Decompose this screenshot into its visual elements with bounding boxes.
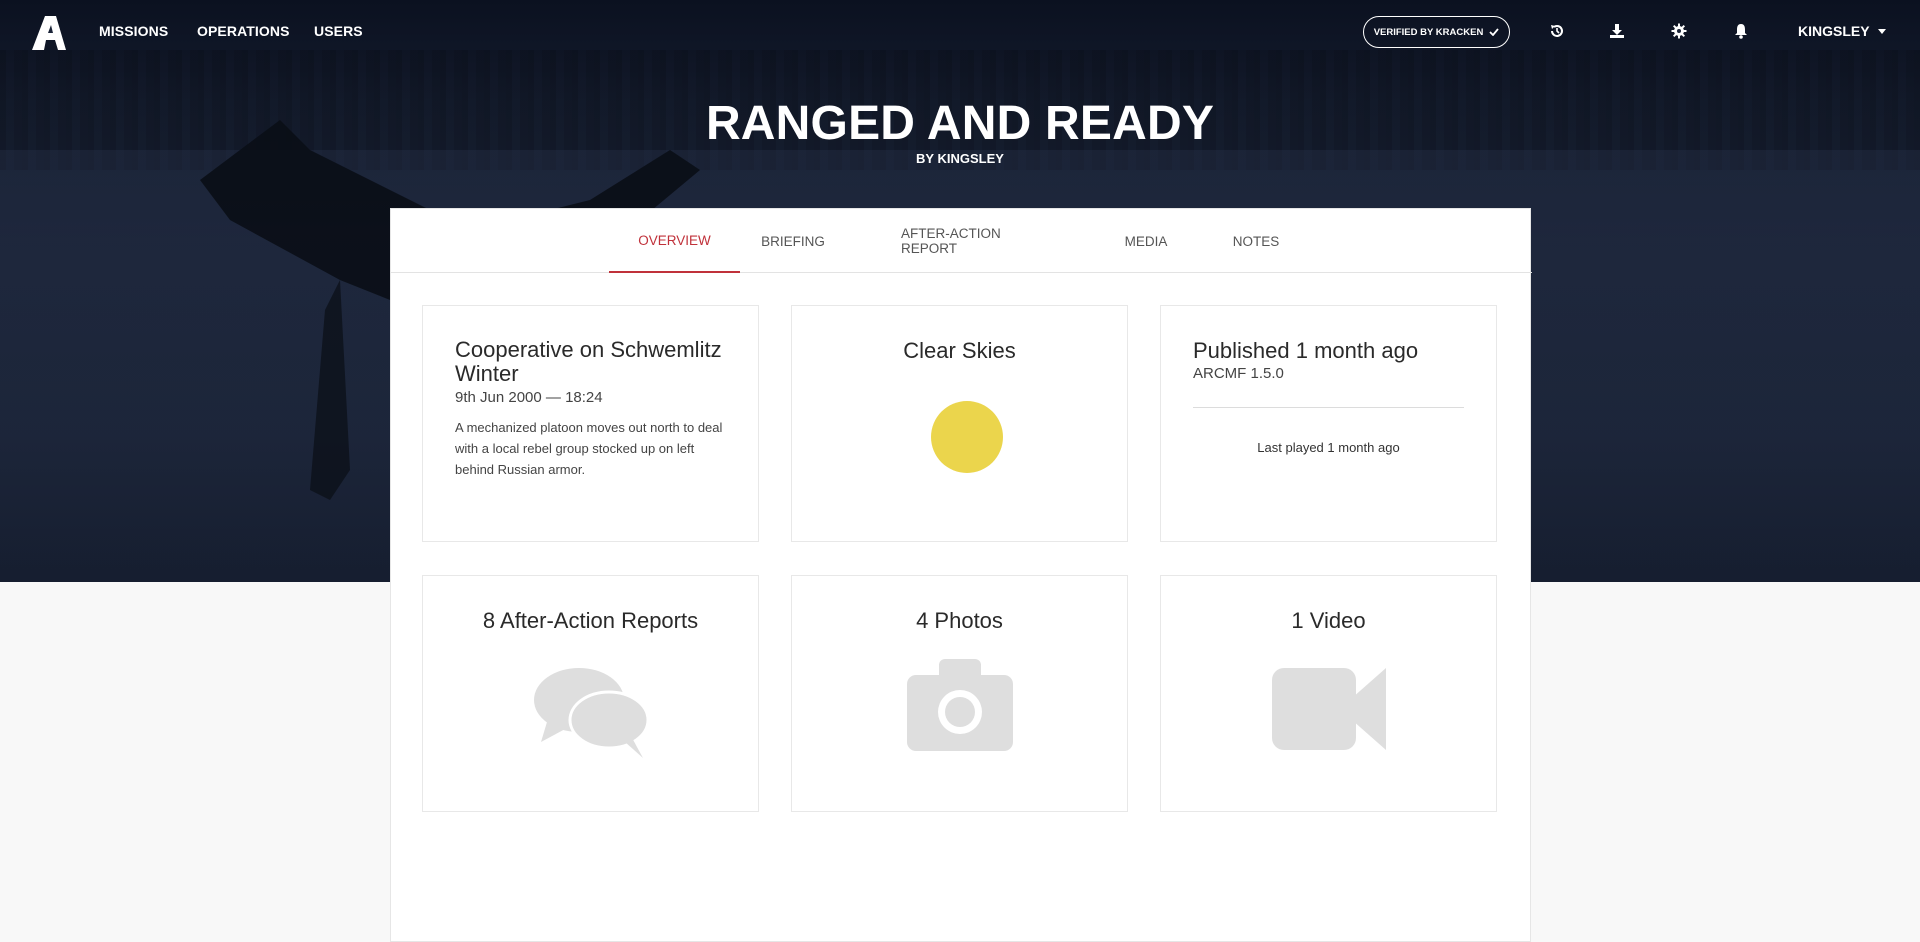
reports-count-heading: 8 After-Action Reports — [482, 608, 699, 633]
mission-panel: OVERVIEW BRIEFING AFTER-ACTION REPORT ME… — [390, 208, 1532, 942]
mission-summary-card: Cooperative on Schwemlitz Winter 9th Jun… — [422, 305, 759, 542]
nav-operations[interactable]: OPERATIONS — [197, 23, 290, 39]
history-icon[interactable] — [1549, 23, 1565, 39]
videos-count-heading: 1 Video — [1291, 608, 1366, 633]
card-divider — [1193, 407, 1464, 408]
username: KINGSLEY — [1798, 23, 1870, 39]
camera-icon — [907, 659, 1013, 751]
tab-overview[interactable]: OVERVIEW — [609, 209, 740, 273]
tab-after-action-report[interactable]: AFTER-ACTION REPORT — [901, 209, 1054, 273]
chevron-down-icon — [1877, 28, 1886, 34]
download-icon[interactable] — [1609, 23, 1625, 39]
mission-description: A mechanized platoon moves out north to … — [455, 420, 723, 477]
mission-author: BY KINGSLEY — [916, 151, 1004, 166]
nav-missions[interactable]: MISSIONS — [99, 23, 168, 39]
photos-count-heading: 4 Photos — [916, 608, 1003, 633]
verified-badge-button[interactable]: VERIFIED BY KRACKEN — [1363, 16, 1510, 48]
after-action-reports-card[interactable]: 8 After-Action Reports — [422, 575, 759, 812]
mission-type-heading: Cooperative on Schwemlitz Winter — [455, 337, 722, 386]
sun-icon — [931, 401, 1003, 473]
tab-notes[interactable]: NOTES — [1233, 209, 1280, 273]
tab-briefing[interactable]: BRIEFING — [761, 209, 825, 273]
weather-heading: Clear Skies — [903, 338, 1016, 363]
bell-icon[interactable] — [1733, 23, 1749, 39]
photos-card[interactable]: 4 Photos — [791, 575, 1128, 812]
tab-media[interactable]: MEDIA — [1124, 209, 1168, 273]
framework-version: ARCMF 1.5.0 — [1193, 365, 1284, 382]
weather-card: Clear Skies — [791, 305, 1128, 542]
top-navigation: MISSIONS OPERATIONS USERS VERIFIED BY KR… — [0, 0, 1920, 64]
nav-users[interactable]: USERS — [314, 23, 363, 39]
mission-title: RANGED AND READY — [705, 97, 1215, 150]
user-menu[interactable]: KINGSLEY — [1798, 23, 1886, 39]
publish-info-card: Published 1 month ago ARCMF 1.5.0 Last p… — [1160, 305, 1497, 542]
tab-bar: OVERVIEW BRIEFING AFTER-ACTION REPORT ME… — [391, 209, 1532, 273]
video-camera-icon — [1272, 668, 1386, 750]
site-logo[interactable] — [32, 16, 66, 50]
comments-icon — [534, 668, 649, 758]
videos-card[interactable]: 1 Video — [1160, 575, 1497, 812]
settings-icon[interactable] — [1671, 23, 1687, 39]
published-heading: Published 1 month ago — [1193, 338, 1419, 363]
last-played-text: Last played 1 month ago — [1257, 440, 1400, 455]
verified-label: VERIFIED BY KRACKEN — [1373, 26, 1484, 38]
mission-datetime: 9th Jun 2000 — 18:24 — [455, 389, 603, 406]
checkmark-icon — [1489, 28, 1500, 36]
